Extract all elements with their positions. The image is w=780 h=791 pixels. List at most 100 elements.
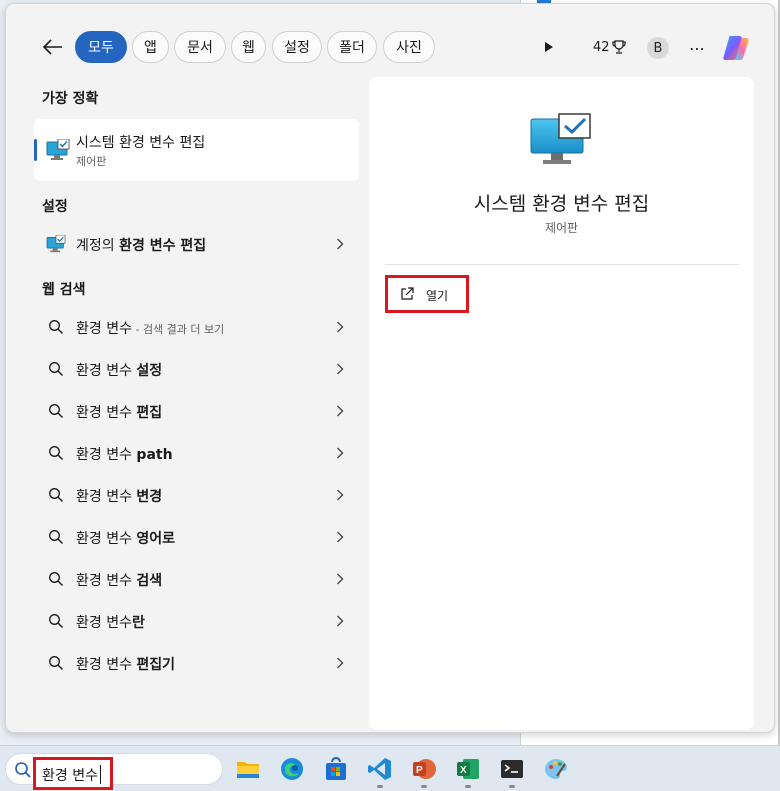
web-search-item-bold: 편집기 <box>136 657 176 673</box>
system-properties-icon <box>46 138 70 161</box>
settings-item-bold: 환경 변수 편집 <box>119 238 207 254</box>
best-match-heading: 가장 정확 <box>42 91 99 107</box>
web-search-item-plain: 환경 변수 <box>76 531 137 547</box>
selection-indicator <box>34 139 37 161</box>
web-search-item-bold: path <box>136 447 173 463</box>
detail-title: 시스템 환경 변수 편집 <box>473 193 650 215</box>
search-icon <box>46 359 66 379</box>
web-search-item-label: 환경 변수 path <box>76 444 173 464</box>
search-icon <box>46 653 66 673</box>
taskbar-search-box[interactable]: 환경 변수 <box>5 753 223 790</box>
chevron-right-icon <box>333 319 347 335</box>
rewards-points[interactable]: 42 <box>593 39 626 55</box>
copilot-button[interactable] <box>720 32 752 64</box>
web-search-item-label: 환경 변수 검색 <box>76 570 162 590</box>
web-search-item-label: 환경 변수 - 검색 결과 더 보기 <box>76 318 224 338</box>
web-search-item-bold: 설정 <box>136 363 163 379</box>
chevron-right-icon <box>333 529 347 545</box>
web-search-item-plain: 환경 변수 <box>76 573 137 589</box>
system-properties-icon <box>46 234 66 254</box>
web-search-item-plain: 환경 변수 <box>76 657 137 673</box>
chevron-right-icon <box>333 445 347 461</box>
detail-pane: 시스템 환경 변수 편집 제어판 열기 <box>369 77 754 730</box>
search-icon <box>15 762 31 778</box>
vscode-icon[interactable] <box>367 756 393 782</box>
web-search-item-plain: 환경 변수 <box>76 489 137 505</box>
system-properties-icon <box>529 113 593 169</box>
web-search-item[interactable]: 환경 변수 편집 <box>34 393 359 429</box>
running-indicator <box>421 785 427 788</box>
web-search-item[interactable]: 환경 변수 변경 <box>34 477 359 513</box>
settings-heading: 설정 <box>42 199 68 215</box>
tab-settings[interactable]: 설정 <box>272 31 322 63</box>
web-search-item-bold: 란 <box>131 615 145 631</box>
edge-icon[interactable] <box>279 756 305 782</box>
web-search-item[interactable]: 환경 변수 설정 <box>34 351 359 387</box>
store-icon[interactable] <box>323 756 349 782</box>
web-search-item[interactable]: 환경 변수 - 검색 결과 더 보기 <box>34 309 359 345</box>
web-search-item-label: 환경 변수 편집 <box>76 402 162 422</box>
web-search-item-plain: 환경 변수 <box>76 363 137 379</box>
web-search-item[interactable]: 환경 변수 path <box>34 435 359 471</box>
best-match-item[interactable]: 시스템 환경 변수 편집 제어판 <box>34 119 359 181</box>
web-search-item[interactable]: 환경 변수 검색 <box>34 561 359 597</box>
web-search-item-sub: - 검색 결과 더 보기 <box>131 323 225 336</box>
web-search-item-bold: 변경 <box>136 489 163 505</box>
chevron-right-icon <box>333 236 347 252</box>
running-indicator <box>377 785 383 788</box>
svg-text:P: P <box>416 765 423 776</box>
web-search-item-plain: 환경 변수 <box>76 405 137 421</box>
back-button[interactable] <box>40 34 66 60</box>
tab-apps[interactable]: 앱 <box>132 31 169 63</box>
web-search-item[interactable]: 환경 변수란 <box>34 603 359 639</box>
settings-item-label: 계정의 환경 변수 편집 <box>76 235 206 255</box>
search-icon <box>46 527 66 547</box>
trophy-icon <box>611 40 626 54</box>
web-search-item-bold: 영어로 <box>136 531 176 547</box>
chevron-right-icon <box>333 655 347 671</box>
tab-folders[interactable]: 폴더 <box>327 31 377 63</box>
tab-all[interactable]: 모두 <box>75 31 127 63</box>
search-icon <box>46 401 66 421</box>
web-search-item-label: 환경 변수 변경 <box>76 486 162 506</box>
play-button[interactable] <box>538 37 558 57</box>
more-options-button[interactable]: ⋯ <box>686 37 708 59</box>
tab-documents[interactable]: 문서 <box>174 31 226 63</box>
web-search-item[interactable]: 환경 변수 영어로 <box>34 519 359 555</box>
tab-photos[interactable]: 사진 <box>383 31 435 63</box>
excel-icon[interactable]: X <box>455 756 481 782</box>
copilot-icon <box>723 36 749 60</box>
chevron-right-icon <box>333 403 347 419</box>
settings-item[interactable]: 계정의 환경 변수 편집 <box>34 226 359 262</box>
points-value: 42 <box>593 39 610 55</box>
search-icon <box>46 443 66 463</box>
powerpoint-icon[interactable]: P <box>411 756 437 782</box>
results-list: 가장 정확 시스템 환경 변수 편집 제어판 설정 계정의 환경 변수 편집 웹… <box>6 74 371 732</box>
search-icon <box>46 485 66 505</box>
text-caret <box>100 765 101 784</box>
web-search-heading: 웹 검색 <box>42 282 86 298</box>
search-input-value: 환경 변수 <box>42 768 98 784</box>
search-icon <box>46 569 66 589</box>
file-explorer-icon[interactable] <box>235 756 261 782</box>
tab-web[interactable]: 웹 <box>231 31 266 63</box>
web-search-item-label: 환경 변수란 <box>76 612 145 632</box>
search-icon <box>46 317 66 337</box>
web-search-item-plain: 환경 변수 <box>76 321 132 337</box>
running-indicator <box>465 785 471 788</box>
open-button[interactable]: 열기 <box>385 275 469 313</box>
filter-bar: 모두 앱 문서 웹 설정 폴더 사진 42 B ⋯ <box>6 4 774 74</box>
search-icon <box>46 611 66 631</box>
paint-icon[interactable] <box>543 756 569 782</box>
chevron-right-icon <box>333 487 347 503</box>
web-search-item-bold: 편집 <box>136 405 163 421</box>
ellipsis-icon: ⋯ <box>689 38 705 58</box>
search-input[interactable]: 환경 변수 <box>33 757 113 790</box>
best-match-subtitle: 제어판 <box>76 155 107 168</box>
play-icon <box>545 42 553 52</box>
terminal-icon[interactable] <box>499 756 525 782</box>
web-search-item[interactable]: 환경 변수 편집기 <box>34 645 359 681</box>
avatar[interactable]: B <box>647 37 669 59</box>
arrow-left-icon <box>43 39 62 55</box>
open-button-label: 열기 <box>426 289 449 303</box>
